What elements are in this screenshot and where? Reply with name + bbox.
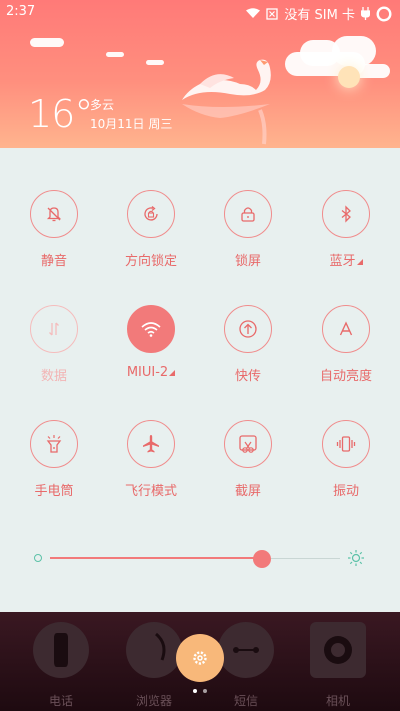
brightness-slider[interactable] [34, 548, 366, 570]
page-indicator [193, 689, 207, 693]
wifi-toggle-button[interactable] [127, 305, 175, 353]
dock-app-label: 短信 [233, 694, 258, 708]
dock-app-camera[interactable]: 相机 [303, 622, 373, 709]
lock-screen-button[interactable] [224, 190, 272, 238]
vibrate-icon [336, 436, 356, 452]
toggle-wifi[interactable]: MIUI-2 [101, 305, 201, 405]
page-dot-active [193, 689, 197, 693]
brightness-low-icon [34, 554, 42, 562]
airplane-mode-label: 飞行模式 [124, 484, 177, 499]
weather-header: 2:37 没有 SIM 卡 16° 多云 10月11日 周三 [0, 0, 400, 148]
airplane-mode-button[interactable] [127, 420, 175, 468]
toggle-auto-brightness[interactable]: 自动亮度 [296, 305, 396, 405]
toggle-screenshot[interactable]: 截屏 [198, 420, 298, 520]
swan-illustration [182, 59, 271, 145]
rotation-lock-toggle-button[interactable] [127, 190, 175, 238]
status-time: 2:37 [6, 4, 36, 19]
settings-button[interactable] [176, 634, 224, 682]
silent-toggle-button[interactable] [30, 190, 78, 238]
toggle-lock-screen[interactable]: 锁屏 [198, 190, 298, 290]
vibrate-label: 振动 [332, 484, 359, 499]
rotation-lock-label: 方向锁定 [124, 254, 177, 269]
mobile-data-toggle-button[interactable] [30, 305, 78, 353]
bell-off-icon [46, 207, 62, 222]
toggle-airplane-mode[interactable]: 飞行模式 [101, 420, 201, 520]
bluetooth-toggle-button[interactable] [322, 190, 370, 238]
camera-icon[interactable] [310, 622, 366, 678]
browser-icon[interactable] [126, 622, 182, 678]
wifi-label: MIUI-2 [101, 365, 201, 380]
cloud-decoration [106, 52, 124, 57]
no-sim-icon [266, 7, 279, 20]
dock-app-label: 相机 [325, 694, 350, 708]
flashlight-label: 手电筒 [34, 484, 74, 499]
page-dot [203, 689, 207, 693]
auto-brightness-icon [339, 321, 353, 336]
wifi-icon [141, 322, 161, 337]
mobile-data-label: 数据 [40, 369, 67, 384]
status-bar: 2:37 没有 SIM 卡 [0, 0, 400, 24]
quick-share-label: 快传 [234, 369, 261, 384]
cloud-decoration [332, 36, 376, 66]
wifi-status-icon [246, 8, 261, 18]
temperature: 16° [28, 92, 93, 136]
toggle-quick-share[interactable]: 快传 [198, 305, 298, 405]
brightness-thumb[interactable] [252, 550, 271, 568]
dock-app-label: 电话 [48, 694, 73, 708]
toggle-mobile-data[interactable]: 数据 [4, 305, 104, 405]
toggle-rotation-lock[interactable]: 方向锁定 [101, 190, 201, 290]
data-arrows-icon [49, 322, 59, 336]
battery-icon [376, 5, 392, 22]
phone-icon[interactable] [33, 622, 89, 678]
dock-app-phone[interactable]: 电话 [26, 622, 96, 709]
weather-condition: 多云 [90, 98, 115, 112]
brightness-high-icon [348, 550, 364, 566]
carrier-text: 没有 SIM 卡 [284, 8, 355, 23]
cloud-decoration [146, 60, 164, 65]
screenshot-icon [239, 435, 257, 453]
cloud-decoration [30, 38, 64, 47]
more-options-indicator-icon [356, 259, 363, 265]
more-options-indicator-icon [169, 370, 176, 376]
quick-share-button[interactable] [224, 305, 272, 353]
silent-label: 静音 [40, 254, 67, 269]
lock-icon [241, 207, 255, 222]
lock-screen-label: 锁屏 [234, 254, 261, 269]
bluetooth-label: 蓝牙 [296, 250, 396, 269]
toggle-silent[interactable]: 静音 [4, 190, 104, 290]
vibrate-toggle-button[interactable] [322, 420, 370, 468]
weather-date: 10月11日 周三 [90, 117, 173, 131]
screenshot-label: 截屏 [234, 484, 261, 499]
charging-icon [361, 7, 370, 20]
brightness-fill [50, 557, 262, 559]
flashlight-toggle-button[interactable] [30, 420, 78, 468]
auto-brightness-label: 自动亮度 [319, 369, 372, 384]
dock-app-label: 浏览器 [135, 694, 172, 708]
toggle-vibrate[interactable]: 振动 [296, 420, 396, 520]
toggle-bluetooth[interactable]: 蓝牙 [296, 190, 396, 290]
messages-icon[interactable] [218, 622, 274, 678]
sun-decoration [338, 66, 360, 88]
share-icon [239, 320, 257, 338]
screenshot-button[interactable] [224, 420, 272, 468]
toggle-flashlight[interactable]: 手电筒 [4, 420, 104, 520]
gear-icon [193, 651, 207, 665]
rotation-lock-icon [144, 205, 158, 221]
flashlight-icon [46, 435, 62, 453]
auto-brightness-button[interactable] [322, 305, 370, 353]
status-icons: 没有 SIM 卡 [246, 4, 392, 23]
airplane-icon [143, 435, 159, 453]
bluetooth-icon [341, 205, 351, 223]
